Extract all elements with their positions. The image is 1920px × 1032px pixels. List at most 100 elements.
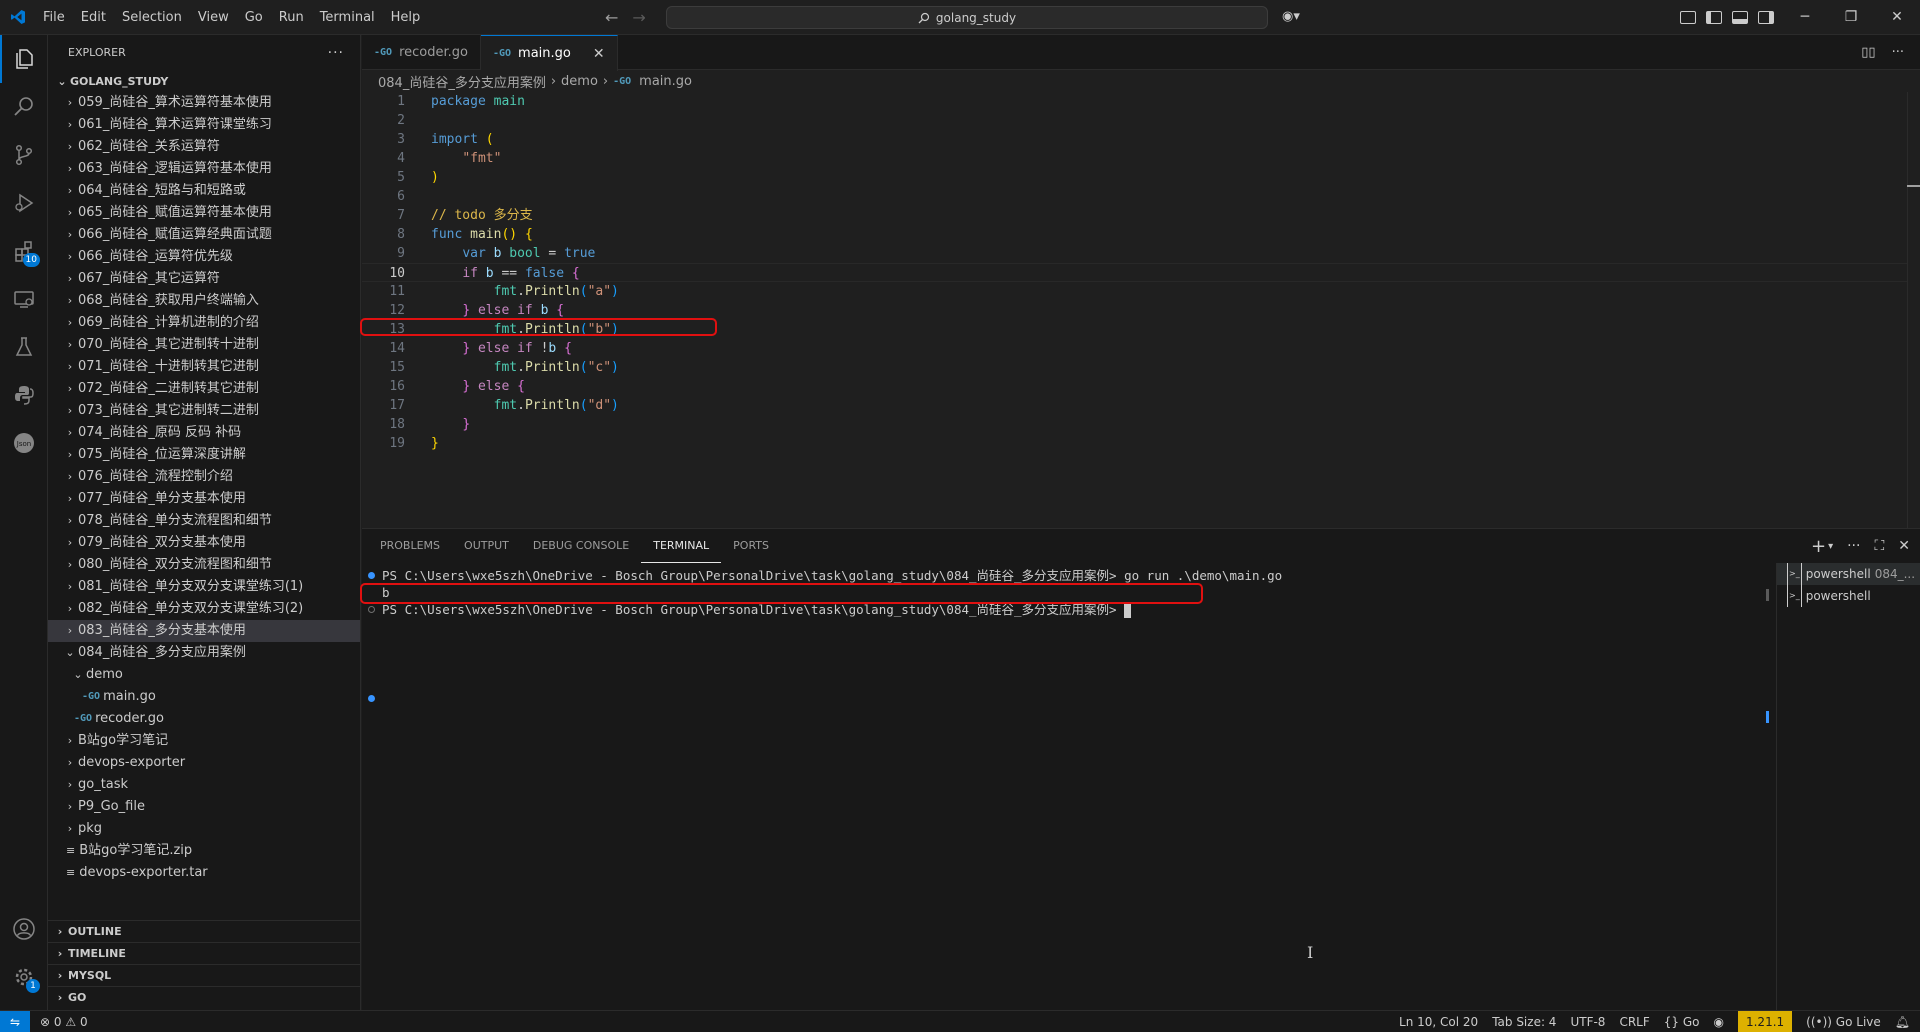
- command-center-search[interactable]: golang_study: [666, 6, 1268, 29]
- encoding[interactable]: UTF-8: [1570, 1015, 1605, 1029]
- tab-output[interactable]: OUTPUT: [452, 529, 521, 563]
- close-tab-icon[interactable]: ✕: [593, 46, 605, 62]
- tree-folder[interactable]: › 066_尚硅谷_运算符优先级: [48, 246, 360, 268]
- tree-file[interactable]: ≡ devops-exporter.tar: [48, 862, 360, 882]
- settings-gear-icon[interactable]: 1: [0, 953, 48, 1001]
- remote-explorer-icon[interactable]: [0, 275, 48, 323]
- tree-folder[interactable]: › 065_尚硅谷_赋值运算符基本使用: [48, 202, 360, 224]
- breadcrumb-file[interactable]: main.go: [639, 74, 692, 89]
- tree-folder[interactable]: › 079_尚硅谷_双分支基本使用: [48, 532, 360, 554]
- tree-file[interactable]: -GO recoder.go: [48, 708, 360, 730]
- tree-folder[interactable]: › B站go学习笔记: [48, 730, 360, 752]
- back-arrow-icon[interactable]: ←: [605, 8, 618, 27]
- minimize-icon[interactable]: ─: [1782, 0, 1828, 35]
- problems-indicator[interactable]: ⊗ 0 ⚠ 0: [40, 1011, 88, 1032]
- section-mysql[interactable]: › MYSQL: [48, 964, 360, 986]
- menu-help[interactable]: Help: [383, 0, 429, 35]
- tree-folder[interactable]: › 073_尚硅谷_其它进制转二进制: [48, 400, 360, 422]
- breadcrumb-subfolder[interactable]: demo: [561, 74, 598, 89]
- tree-folder[interactable]: › 072_尚硅谷_二进制转其它进制: [48, 378, 360, 400]
- panel-more-actions-icon[interactable]: ···: [1847, 538, 1860, 554]
- section-go[interactable]: › GO: [48, 986, 360, 1008]
- section-timeline[interactable]: › TIMELINE: [48, 942, 360, 964]
- tree-folder[interactable]: › 081_尚硅谷_单分支双分支课堂练习(1): [48, 576, 360, 598]
- tree-folder[interactable]: › go_task: [48, 774, 360, 796]
- tab-size[interactable]: Tab Size: 4: [1492, 1015, 1556, 1029]
- tree-folder[interactable]: › 068_尚硅谷_获取用户终端输入: [48, 290, 360, 312]
- cursor-position[interactable]: Ln 10, Col 20: [1399, 1015, 1478, 1029]
- menu-terminal[interactable]: Terminal: [312, 0, 383, 35]
- tree-folder[interactable]: › 064_尚硅谷_短路与和短路或: [48, 180, 360, 202]
- restore-icon[interactable]: ❐: [1828, 0, 1874, 35]
- tab-terminal[interactable]: TERMINAL: [641, 529, 722, 563]
- tree-folder[interactable]: › 075_尚硅谷_位运算深度讲解: [48, 444, 360, 466]
- tab-debug-console[interactable]: DEBUG CONSOLE: [521, 529, 641, 563]
- editor-scrollbar[interactable]: [1907, 92, 1920, 528]
- breadcrumb-folder[interactable]: 084_尚硅谷_多分支应用案例: [378, 72, 546, 91]
- end-of-line[interactable]: CRLF: [1619, 1015, 1649, 1029]
- tree-folder[interactable]: › 070_尚硅谷_其它进制转十进制: [48, 334, 360, 356]
- section-outline[interactable]: › OUTLINE: [48, 920, 360, 942]
- workspace-root-folder[interactable]: ⌄ GOLANG_STUDY: [48, 70, 360, 92]
- maximize-panel-icon[interactable]: ⛶: [1874, 538, 1884, 554]
- tab-recoder-go[interactable]: -GO recoder.go: [362, 35, 481, 70]
- tree-folder[interactable]: › 076_尚硅谷_流程控制介绍: [48, 466, 360, 488]
- tree-file[interactable]: -GO main.go: [48, 686, 360, 708]
- tab-ports[interactable]: PORTS: [721, 529, 781, 563]
- toggle-secondary-sidebar-icon[interactable]: [1758, 11, 1774, 24]
- menu-view[interactable]: View: [190, 0, 237, 35]
- accounts-icon[interactable]: [0, 905, 48, 953]
- tree-file[interactable]: ≡ B站go学习笔记.zip: [48, 840, 360, 862]
- tree-folder[interactable]: › 078_尚硅谷_单分支流程图和细节: [48, 510, 360, 532]
- customize-layout-icon[interactable]: [1680, 11, 1696, 24]
- tree-folder[interactable]: › 082_尚硅谷_单分支双分支课堂练习(2): [48, 598, 360, 620]
- split-editor-icon[interactable]: ▯▯: [1861, 45, 1875, 60]
- tree-folder[interactable]: › 080_尚硅谷_双分支流程图和细节: [48, 554, 360, 576]
- terminal-instance-2[interactable]: >_ powershell: [1777, 585, 1920, 607]
- tree-folder[interactable]: › devops-exporter: [48, 752, 360, 774]
- more-actions-icon[interactable]: ···: [328, 45, 344, 61]
- run-debug-icon[interactable]: [0, 179, 48, 227]
- menu-go[interactable]: Go: [237, 0, 271, 35]
- language-mode[interactable]: {} Go: [1664, 1015, 1700, 1029]
- tree-folder[interactable]: ⌄ demo: [48, 664, 360, 686]
- json-icon[interactable]: Json: [0, 419, 48, 467]
- remote-indicator-icon[interactable]: ⇋: [0, 1011, 30, 1032]
- tree-folder[interactable]: › 069_尚硅谷_计算机进制的介绍: [48, 312, 360, 334]
- menu-selection[interactable]: Selection: [114, 0, 190, 35]
- tree-folder[interactable]: › 077_尚硅谷_单分支基本使用: [48, 488, 360, 510]
- python-icon[interactable]: [0, 371, 48, 419]
- menu-edit[interactable]: Edit: [73, 0, 114, 35]
- tree-folder[interactable]: › 066_尚硅谷_赋值运算经典面试题: [48, 224, 360, 246]
- copilot-icon[interactable]: ◉▾: [1282, 9, 1300, 24]
- tree-folder[interactable]: › 063_尚硅谷_逻辑运算符基本使用: [48, 158, 360, 180]
- close-window-icon[interactable]: ✕: [1874, 0, 1920, 35]
- toggle-panel-icon[interactable]: [1732, 11, 1748, 24]
- editor-more-actions-icon[interactable]: ···: [1892, 45, 1904, 60]
- tree-folder[interactable]: › 067_尚硅谷_其它运算符: [48, 268, 360, 290]
- menu-run[interactable]: Run: [271, 0, 312, 35]
- forward-arrow-icon[interactable]: →: [632, 8, 645, 27]
- terminal-instance-1[interactable]: >_ powershell 084_...: [1777, 563, 1920, 585]
- toggle-primary-sidebar-icon[interactable]: [1706, 11, 1722, 24]
- tree-folder[interactable]: › pkg: [48, 818, 360, 840]
- tree-folder[interactable]: › 071_尚硅谷_十进制转其它进制: [48, 356, 360, 378]
- notifications-bell-icon[interactable]: 🔔︎: [1895, 1015, 1910, 1029]
- search-icon[interactable]: [0, 83, 48, 131]
- new-terminal-icon[interactable]: +: [1811, 536, 1826, 557]
- explorer-icon[interactable]: [0, 35, 48, 83]
- tree-folder[interactable]: ⌄ 084_尚硅谷_多分支应用案例: [48, 642, 360, 664]
- chevron-down-icon[interactable]: ▾: [1828, 541, 1833, 552]
- code-editor[interactable]: 1 package main 2 3 import ( 4 "fmt" 5) 6 7…: [362, 92, 1907, 453]
- tree-folder[interactable]: › 074_尚硅谷_原码 反码 补码: [48, 422, 360, 444]
- go-live-button[interactable]: ((•)) Go Live: [1806, 1015, 1881, 1029]
- tree-folder[interactable]: › 062_尚硅谷_关系运算符: [48, 136, 360, 158]
- testing-icon[interactable]: [0, 323, 48, 371]
- source-control-icon[interactable]: [0, 131, 48, 179]
- tree-folder[interactable]: › 083_尚硅谷_多分支基本使用: [48, 620, 360, 642]
- copilot-status-icon[interactable]: ◉: [1714, 1015, 1724, 1029]
- tree-folder[interactable]: › 059_尚硅谷_算术运算符基本使用: [48, 92, 360, 114]
- go-version-badge[interactable]: 1.21.1: [1737, 1011, 1793, 1032]
- extensions-icon[interactable]: 10: [0, 227, 48, 275]
- terminal-scrollbar[interactable]: [1762, 563, 1776, 1011]
